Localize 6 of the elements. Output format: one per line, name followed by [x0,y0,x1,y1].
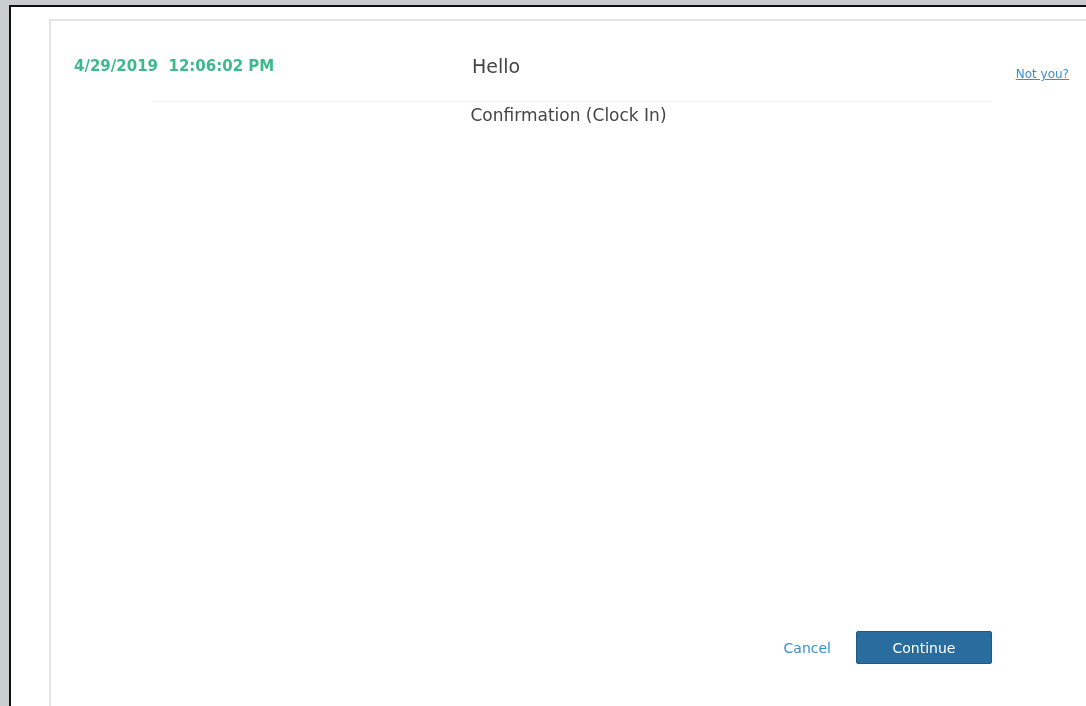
continue-button[interactable]: Continue [856,631,992,664]
page-subtitle: Confirmation (Clock In) [470,105,667,125]
date-time: 4/29/2019 12:06:02 PM [74,57,276,75]
greeting: Hello [472,55,522,77]
not-you-link[interactable]: Not you? [1015,67,1069,81]
cancel-button[interactable]: Cancel [783,639,831,656]
